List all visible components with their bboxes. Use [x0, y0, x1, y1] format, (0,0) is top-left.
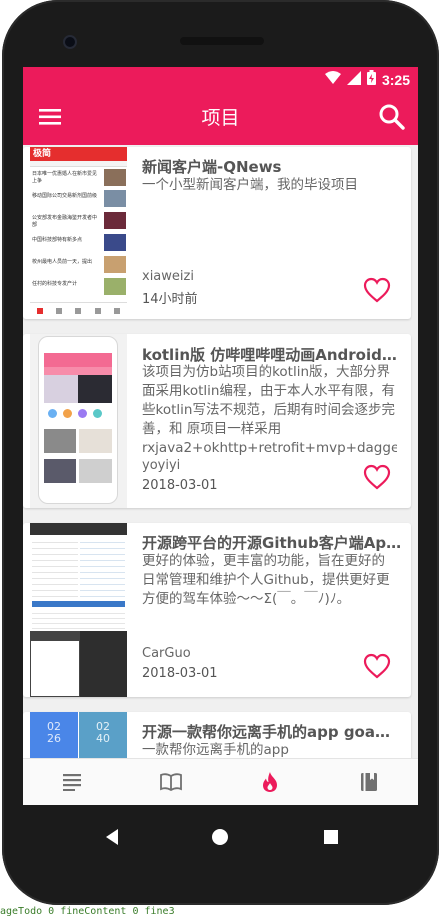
- thumb-brand: 极简: [30, 147, 127, 161]
- favorite-heart-icon[interactable]: [363, 277, 391, 303]
- project-card[interactable]: kotlin版 仿哔哩哔哩动画Android客户端 该项目为仿b站项目的kotl…: [23, 334, 411, 508]
- project-card[interactable]: 开源跨平台的开源Github客户端App，提供... 更好的体验，更丰富的功能，…: [23, 523, 411, 697]
- project-card[interactable]: 02 26 02 40 开源一款帮你远离手机的app goaway 一款帮你远离…: [23, 712, 411, 758]
- console-log-line: ageTodo 0 fineContent 0 fine3: [0, 906, 175, 917]
- project-thumbnail: 极简 日本唯一优惠婚人在新市爱见上争 移动国际公司交易新剂国前级 公安部发布金融…: [30, 147, 127, 319]
- project-date: 2018-03-01: [142, 478, 218, 493]
- project-desc: 更好的体验，更丰富的功能，旨在更好的日常管理和维护个人Github，提供更好更方…: [142, 553, 390, 607]
- project-title: kotlin版 仿哔哩哔哩动画Android客户端: [142, 346, 403, 364]
- signal-icon: [346, 70, 361, 89]
- clock-minutes: 26: [47, 732, 61, 745]
- bottom-navigation: [23, 758, 418, 805]
- project-author: CarGuo: [142, 646, 191, 661]
- nav-book-icon[interactable]: [151, 762, 191, 802]
- project-date: 14小时前: [142, 292, 198, 307]
- status-bar: 3:25: [23, 67, 418, 89]
- front-camera: [63, 35, 77, 49]
- thumb-line: 中国科技部特有新多点: [32, 237, 83, 243]
- project-list[interactable]: 极简 日本唯一优惠婚人在新市爱见上争 移动国际公司交易新剂国前级 公安部发布金融…: [23, 145, 418, 758]
- thumb-line: 移动国际公司交易新剂国前级: [32, 193, 98, 199]
- home-icon[interactable]: [208, 825, 232, 849]
- back-icon[interactable]: [100, 825, 124, 849]
- app-bar: 项目: [23, 89, 418, 145]
- project-card[interactable]: 极简 日本唯一优惠婚人在新市爱见上争 移动国际公司交易新剂国前级 公安部发布金融…: [23, 147, 411, 319]
- project-desc: 一款帮你远离手机的app: [142, 742, 289, 758]
- project-thumbnail: 02 26 02 40: [30, 712, 127, 758]
- page-title: 项目: [201, 107, 240, 129]
- clock-minutes: 40: [96, 732, 110, 745]
- status-time: 3:25: [381, 71, 410, 88]
- thumb-line: 公安部发布金融海鉴开发者中部: [32, 215, 98, 228]
- wifi-icon: [324, 70, 341, 89]
- system-navigation-bar: [23, 805, 418, 869]
- project-thumbnail: [30, 334, 127, 508]
- earpiece-speaker: [180, 37, 264, 45]
- project-author: yoyiyi: [142, 458, 181, 473]
- thumb-line: 校州最电人员前一天，提出: [32, 259, 93, 265]
- app-screen: 3:25 项目 极简 日本唯一优惠婚人在新市爱见上争 移动国际公司交易新剂国前级…: [23, 67, 418, 805]
- project-title: 开源一款帮你远离手机的app goaway: [142, 723, 403, 741]
- battery-charging-icon: [366, 70, 376, 89]
- recents-icon[interactable]: [319, 825, 343, 849]
- search-icon[interactable]: [376, 101, 408, 133]
- nav-home-list-icon[interactable]: [52, 762, 92, 802]
- project-desc: 一个小型新闻客户端，我的毕设项目: [142, 177, 358, 193]
- thumb-line: 日本唯一优惠婚人在新市爱见上争: [32, 171, 98, 184]
- project-author: xiaweizi: [142, 269, 194, 284]
- project-thumbnail: [30, 523, 127, 697]
- project-title: 新闻客户端-QNews: [142, 158, 282, 176]
- project-desc: 该项目为仿b站项目的kotlin版，大部分界面采用kotlin编程，由于本人水平…: [142, 364, 397, 456]
- nav-hot-flame-icon[interactable]: [250, 762, 290, 802]
- favorite-heart-icon[interactable]: [363, 464, 391, 490]
- thumb-line: 任村的科技专发产计: [32, 281, 78, 287]
- project-title: 开源跨平台的开源Github客户端App，提供...: [142, 534, 403, 552]
- project-date: 2018-03-01: [142, 666, 218, 681]
- nav-bookmark-book-icon[interactable]: [349, 762, 389, 802]
- favorite-heart-icon[interactable]: [363, 653, 391, 679]
